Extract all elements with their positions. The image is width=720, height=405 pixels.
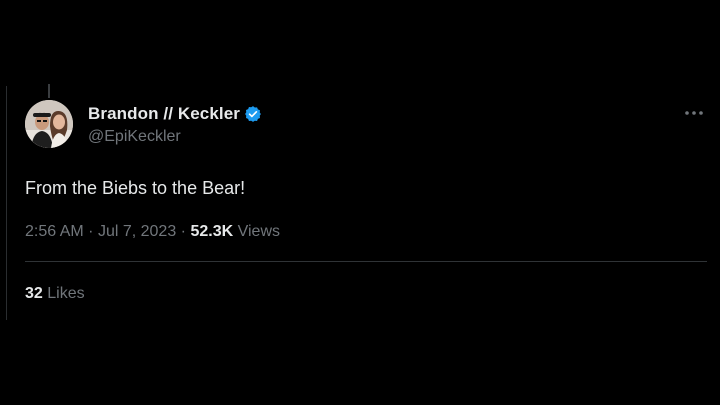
meta-separator: ·: [88, 223, 94, 240]
more-horizontal-icon: [685, 111, 703, 115]
views-count: 52.3K: [190, 223, 234, 240]
author-names: Brandon // Keckler @EpiKeckler: [88, 103, 262, 146]
tweet-screenshot: Brandon // Keckler @EpiKeckler From the …: [0, 0, 720, 405]
likes-label: Likes: [47, 285, 85, 302]
avatar[interactable]: [25, 100, 73, 148]
tweet-text: From the Biebs to the Bear!: [25, 178, 246, 198]
tweet-date[interactable]: Jul 7, 2023: [98, 223, 176, 240]
timeline-border: [6, 86, 7, 320]
thread-connector: [48, 84, 50, 98]
author-display-name[interactable]: Brandon // Keckler: [88, 104, 240, 124]
author-handle[interactable]: @EpiKeckler: [88, 128, 262, 146]
tweet-header: Brandon // Keckler @EpiKeckler: [25, 100, 707, 150]
tweet[interactable]: Brandon // Keckler @EpiKeckler From the …: [25, 100, 707, 305]
likes-stat[interactable]: 32 Likes: [25, 283, 707, 305]
display-name-row: Brandon // Keckler: [88, 103, 262, 125]
meta-separator: ·: [180, 223, 186, 240]
divider: [25, 261, 707, 262]
tweet-meta: 2:56 AM · Jul 7, 2023 · 52.3K Views: [25, 222, 707, 242]
likes-count: 32: [25, 285, 43, 302]
avatar-photo-icon: [25, 100, 73, 148]
views-label: Views: [237, 223, 280, 240]
more-options-button[interactable]: [683, 102, 705, 124]
verified-badge-icon: [244, 105, 262, 123]
tweet-time[interactable]: 2:56 AM: [25, 223, 84, 240]
